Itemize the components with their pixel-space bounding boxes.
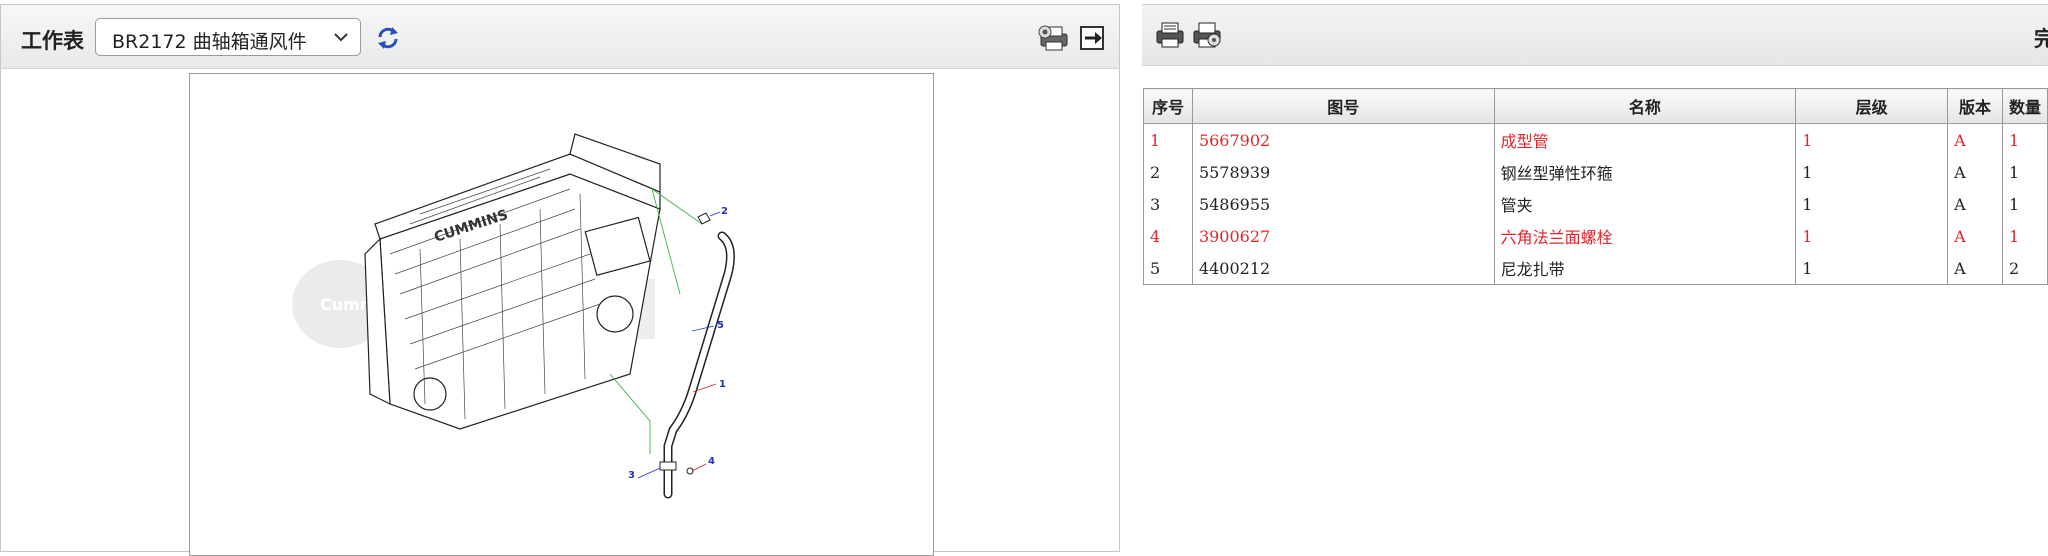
cell-part-no: 3900627 xyxy=(1191,220,1495,252)
cell-qty: 1 xyxy=(2002,220,2048,252)
worksheet-select-value: BR2172 曲轴箱通风件 xyxy=(112,31,307,53)
cell-qty: 1 xyxy=(2002,123,2048,156)
table-row[interactable]: 2 5578939 钢丝型弹性环箍 1 A 1 xyxy=(1143,156,2048,188)
table-row[interactable]: 5 4400212 尼龙扎带 1 A 2 xyxy=(1143,252,2048,285)
cell-name: 管夹 xyxy=(1493,188,1797,220)
worksheet-toolbar: 工作表 BR2172 曲轴箱通风件 xyxy=(1,5,1119,69)
col-version[interactable]: 版本 xyxy=(1947,88,2003,124)
cell-seq: 4 xyxy=(1143,220,1193,252)
cell-level: 1 xyxy=(1795,123,1949,156)
cell-part-no: 5667902 xyxy=(1191,123,1495,156)
cell-part-no: 5578939 xyxy=(1191,156,1495,188)
print-icon[interactable] xyxy=(1037,24,1071,52)
table-row[interactable]: 1 5667902 成型管 1 A 1 xyxy=(1143,123,2048,156)
cell-qty: 2 xyxy=(2002,252,2048,285)
cell-level: 1 xyxy=(1795,252,1949,285)
chevron-down-icon xyxy=(334,33,348,42)
col-qty[interactable]: 数量 xyxy=(2002,88,2048,124)
callout-1: 1 xyxy=(719,379,726,390)
refresh-icon[interactable] xyxy=(375,25,401,51)
formed-tube xyxy=(659,231,735,499)
table-row[interactable]: 4 3900627 六角法兰面螺栓 1 A 1 xyxy=(1143,220,2048,252)
worksheet-panel: 工作表 BR2172 曲轴箱通风件 Cummins CUMMINS 2 5 1 … xyxy=(0,4,1120,556)
col-level[interactable]: 层级 xyxy=(1795,88,1949,124)
print-all-icon[interactable] xyxy=(1192,20,1224,50)
cell-version: A xyxy=(1947,156,2003,188)
parts-table: 序号 图号 名称 层级 版本 数量 1 5667902 成型管 1 A 1 2 … xyxy=(1143,88,2048,285)
cell-part-no: 5486955 xyxy=(1191,188,1495,220)
cell-version: A xyxy=(1947,188,2003,220)
cell-version: A xyxy=(1947,220,2003,252)
parts-list-panel: 完 序号 图号 名称 层级 版本 数量 1 5667902 成型管 1 A 1 xyxy=(1142,4,2048,552)
cell-version: A xyxy=(1947,252,2003,285)
callout-3: 3 xyxy=(628,470,635,481)
parts-table-header: 序号 图号 名称 层级 版本 数量 xyxy=(1143,88,2048,124)
cell-seq: 1 xyxy=(1143,123,1193,156)
cell-qty: 1 xyxy=(2002,188,2048,220)
cell-level: 1 xyxy=(1795,188,1949,220)
cell-level: 1 xyxy=(1795,220,1949,252)
cell-part-no: 4400212 xyxy=(1191,252,1495,285)
cell-seq: 3 xyxy=(1143,188,1193,220)
worksheet-label: 工作表 xyxy=(21,29,84,53)
parts-diagram: Cummins CUMMINS 2 5 1 3 4 xyxy=(189,73,934,556)
engine-diagram-svg: Cummins CUMMINS 2 5 1 3 4 xyxy=(292,133,735,499)
toolbar-clipped-text: 完 xyxy=(2034,27,2048,51)
cell-version: A xyxy=(1947,123,2003,156)
cell-name: 尼龙扎带 xyxy=(1493,252,1797,285)
callout-4: 4 xyxy=(708,456,715,467)
cell-qty: 1 xyxy=(2002,156,2048,188)
col-name[interactable]: 名称 xyxy=(1493,88,1797,124)
cell-seq: 5 xyxy=(1143,252,1193,285)
cell-name: 钢丝型弹性环箍 xyxy=(1493,156,1797,188)
cell-name: 六角法兰面螺栓 xyxy=(1493,220,1797,252)
export-icon[interactable] xyxy=(1079,25,1105,51)
cell-seq: 2 xyxy=(1143,156,1193,188)
table-row[interactable]: 3 5486955 管夹 1 A 1 xyxy=(1143,188,2048,220)
cell-name: 成型管 xyxy=(1493,123,1797,156)
worksheet-select[interactable]: BR2172 曲轴箱通风件 xyxy=(95,18,361,56)
parts-list-toolbar: 完 xyxy=(1142,4,2048,66)
col-seq[interactable]: 序号 xyxy=(1143,88,1193,124)
callout-5: 5 xyxy=(717,320,724,331)
print-list-icon[interactable] xyxy=(1155,20,1187,50)
col-part-no[interactable]: 图号 xyxy=(1191,88,1495,124)
cell-level: 1 xyxy=(1795,156,1949,188)
callout-2: 2 xyxy=(721,206,728,217)
